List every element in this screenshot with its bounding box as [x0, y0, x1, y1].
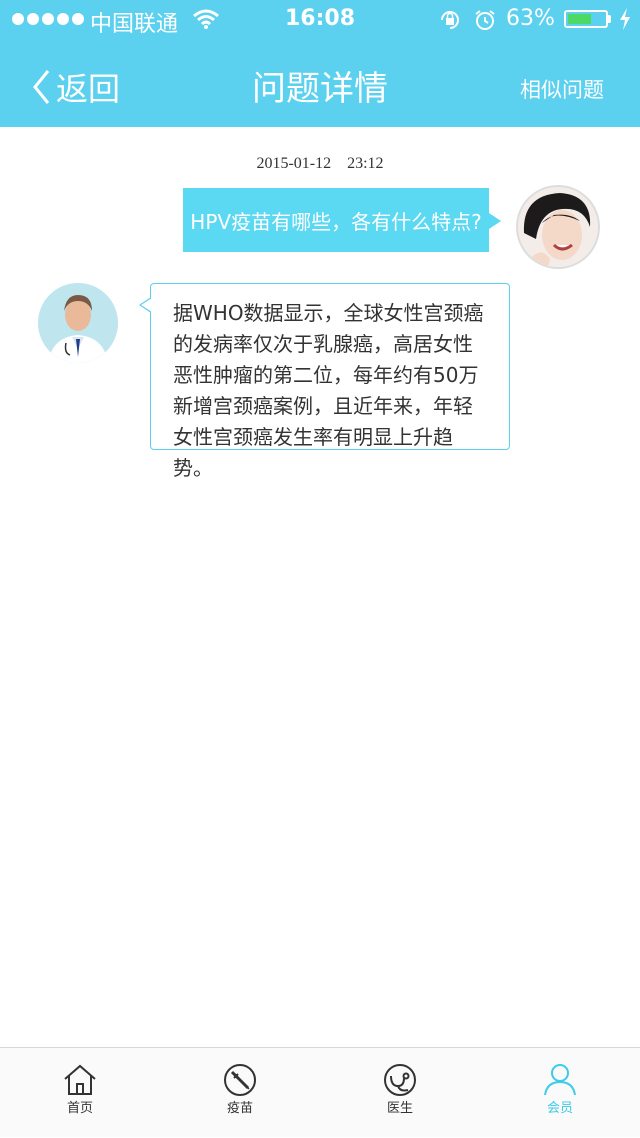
app-header: 中国联通 16:08 63% 返回 问题详情 相似问题	[0, 0, 640, 127]
home-icon	[64, 1064, 96, 1095]
doctor-message-bubble: 据WHO数据显示，全球女性宫颈癌的发病率仅次于乳腺癌，高居女性恶性肿瘤的第二位，…	[139, 283, 510, 480]
bottom-tab-bar: 首页 疫苗 医生 会员	[0, 1047, 640, 1137]
user-message-text: HPV疫苗有哪些，各有什么特点?	[190, 209, 482, 234]
battery-terminal	[608, 15, 611, 23]
alarm-icon	[475, 10, 495, 30]
tab-member[interactable]: 会员	[480, 1048, 640, 1138]
tab-home-label: 首页	[66, 1101, 93, 1116]
battery-icon	[564, 10, 608, 28]
tab-doctor-label: 医生	[386, 1101, 413, 1116]
battery-percent: 63%	[506, 6, 555, 31]
doctor-message-text: 据WHO数据显示，全球女性宫颈癌的发病率仅次于乳腺癌，高居女性恶性肿瘤的第二位，…	[173, 301, 484, 480]
user-avatar[interactable]	[518, 187, 598, 267]
similar-questions-button[interactable]: 相似问题	[520, 74, 604, 104]
tab-vaccine-label: 疫苗	[226, 1101, 253, 1116]
message-timestamp: 2015-01-12 23:12	[256, 155, 384, 172]
tab-home[interactable]: 首页	[0, 1048, 160, 1138]
user-message-bubble: HPV疫苗有哪些，各有什么特点?	[183, 188, 501, 252]
user-avatar-image	[518, 187, 598, 267]
tab-member-label: 会员	[546, 1101, 573, 1116]
battery-fill	[568, 14, 591, 24]
status-bar: 中国联通 16:08 63%	[0, 0, 640, 40]
doctor-avatar-image	[38, 283, 118, 363]
rotation-lock-icon	[441, 11, 459, 29]
user-icon	[544, 1064, 576, 1096]
tab-doctor[interactable]: 医生	[320, 1048, 480, 1138]
doctor-avatar[interactable]	[38, 283, 118, 363]
tab-vaccine[interactable]: 疫苗	[160, 1048, 320, 1138]
syringe-icon	[224, 1064, 256, 1096]
doctor-icon	[384, 1064, 416, 1096]
charging-icon	[620, 8, 630, 30]
